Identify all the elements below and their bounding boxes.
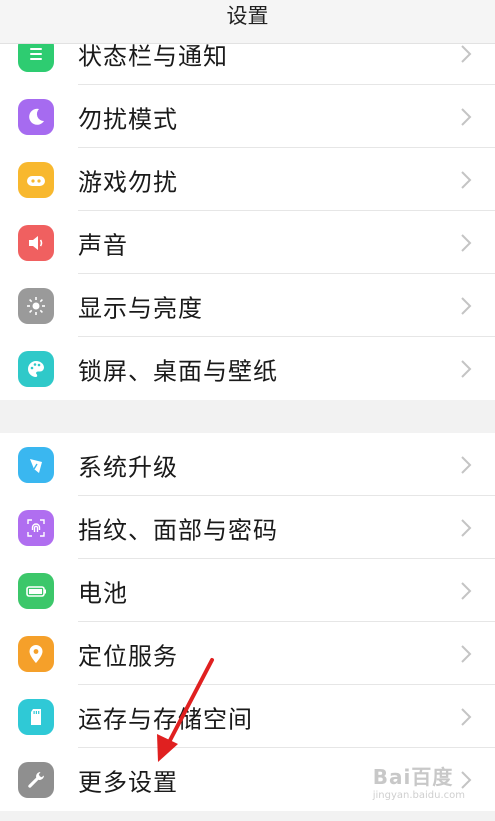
chevron-right-icon — [461, 44, 472, 63]
system-update-icon — [18, 446, 54, 483]
sun-icon — [18, 287, 54, 324]
fingerprint-icon — [18, 509, 54, 546]
settings-item-memory-storage[interactable]: 运存与存储空间 — [0, 685, 495, 748]
chevron-right-icon — [461, 170, 472, 189]
chevron-right-icon — [461, 707, 472, 726]
settings-item-label: 更多设置 — [78, 768, 178, 796]
settings-item-label: 电池 — [78, 579, 128, 607]
location-pin-icon — [18, 635, 54, 672]
settings-item-label: 声音 — [78, 231, 128, 259]
settings-item-label: 定位服务 — [78, 642, 178, 670]
settings-item-display-brightness[interactable]: 显示与亮度 — [0, 274, 495, 337]
settings-item-label: 显示与亮度 — [78, 294, 203, 322]
chevron-right-icon — [461, 233, 472, 252]
chevron-right-icon — [461, 581, 472, 600]
watermark-url: jingyan.baidu.com — [372, 790, 465, 801]
settings-item-game-dnd[interactable]: 游戏勿扰 — [0, 148, 495, 211]
moon-icon — [18, 98, 54, 135]
palette-icon — [18, 350, 54, 387]
settings-item-label: 勿扰模式 — [78, 105, 178, 133]
chevron-right-icon — [461, 455, 472, 474]
chevron-right-icon — [461, 107, 472, 126]
settings-item-label: 游戏勿扰 — [78, 168, 178, 196]
settings-item-system-update[interactable]: 系统升级 — [0, 433, 495, 496]
page-title: 设置 — [226, 3, 269, 28]
chevron-right-icon — [461, 359, 472, 378]
settings-item-label: 锁屏、桌面与壁纸 — [78, 357, 278, 385]
speaker-icon — [18, 224, 54, 261]
watermark-brand: Bai百度 — [372, 765, 454, 789]
settings-group-system: 系统升级 指纹、面部与密码 电池 定位服务 运存与存储空间 更多设置 — [0, 433, 495, 811]
settings-item-label: 运存与存储空间 — [78, 705, 253, 733]
settings-item-location-services[interactable]: 定位服务 — [0, 622, 495, 685]
chevron-right-icon — [461, 644, 472, 663]
chevron-right-icon — [461, 518, 472, 537]
battery-icon — [18, 572, 54, 609]
settings-item-fingerprint-face-password[interactable]: 指纹、面部与密码 — [0, 496, 495, 559]
settings-item-label: 系统升级 — [78, 453, 178, 481]
title-bar: 设置 — [0, 0, 495, 44]
chevron-right-icon — [461, 296, 472, 315]
settings-item-do-not-disturb[interactable]: 勿扰模式 — [0, 85, 495, 148]
wrench-icon — [18, 761, 54, 798]
settings-item-lockscreen-wallpaper[interactable]: 锁屏、桌面与壁纸 — [0, 337, 495, 400]
gamepad-icon — [18, 161, 54, 198]
settings-group-display: 状态栏与通知 勿扰模式 游戏勿扰 声音 显示与亮度 锁屏、桌面与壁纸 — [0, 22, 495, 400]
settings-item-sound[interactable]: 声音 — [0, 211, 495, 274]
settings-item-battery[interactable]: 电池 — [0, 559, 495, 622]
sd-card-icon — [18, 698, 54, 735]
settings-item-label: 指纹、面部与密码 — [78, 516, 278, 544]
baidu-watermark-logo: Bai百度 jingyan.baidu.com — [373, 761, 465, 801]
